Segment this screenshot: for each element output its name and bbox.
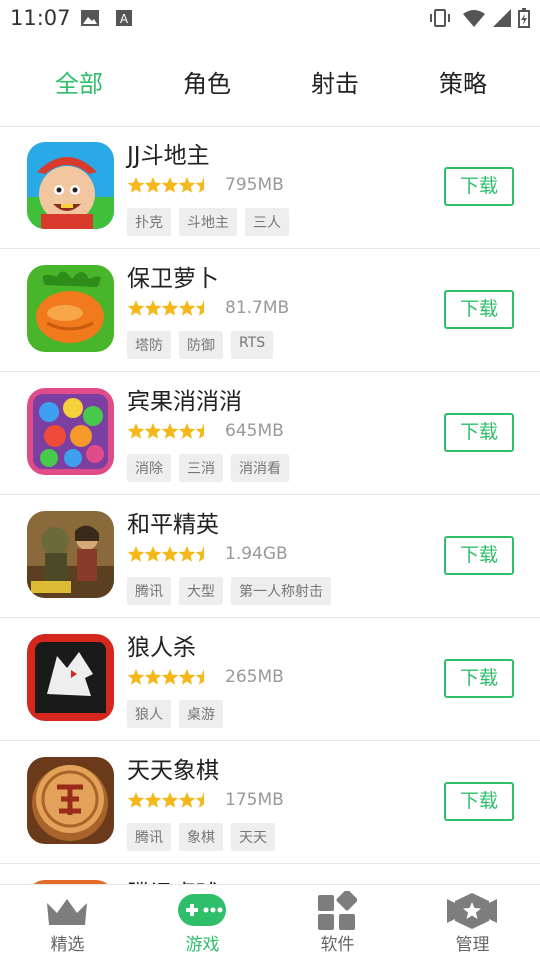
signal-icon xyxy=(493,9,511,27)
status-time: 11:07 xyxy=(10,6,71,30)
jj-doudizhu-icon[interactable] xyxy=(27,142,114,229)
tag[interactable]: 第一人称射击 xyxy=(231,577,331,605)
list-item[interactable]: 保卫萝卜 81.7MB 塔防 防御 RTS 下载 xyxy=(0,249,540,372)
tag[interactable]: 消除 xyxy=(127,454,171,482)
tag[interactable]: 桌游 xyxy=(179,700,223,728)
nav-label: 精选 xyxy=(50,935,85,955)
app-size: 175MB xyxy=(225,790,284,810)
tag[interactable]: 三消 xyxy=(179,454,223,482)
tag[interactable]: 防御 xyxy=(179,331,223,359)
crown-icon xyxy=(47,899,87,925)
vibrate-icon xyxy=(430,9,450,27)
tab-role[interactable]: 角色 xyxy=(152,64,262,99)
app-name: 保卫萝卜 xyxy=(127,266,219,292)
app-name: 宾果消消消 xyxy=(127,389,242,415)
tag-list: 狼人 桌游 xyxy=(127,700,223,728)
svg-text:A: A xyxy=(120,12,129,26)
app-size: 1.94GB xyxy=(225,544,288,564)
nav-label: 游戏 xyxy=(185,935,220,955)
tag[interactable]: 狼人 xyxy=(127,700,171,728)
image-icon xyxy=(81,10,99,26)
list-item[interactable]: JJ斗地主 795MB 扑克 斗地主 三人 下载 xyxy=(0,126,540,249)
bottom-nav: 精选 游戏 软件 管理 xyxy=(0,884,540,961)
nav-games[interactable]: 游戏 xyxy=(135,885,270,961)
tab-strategy[interactable]: 策略 xyxy=(408,64,518,99)
app-size: 81.7MB xyxy=(225,298,290,318)
tag[interactable]: 象棋 xyxy=(179,823,223,851)
tag[interactable]: RTS xyxy=(231,331,274,359)
app-size: 795MB xyxy=(225,175,284,195)
nav-manage[interactable]: 管理 xyxy=(405,885,540,961)
soldier-icon[interactable] xyxy=(27,511,114,598)
rating-stars xyxy=(127,546,204,562)
tag[interactable]: 大型 xyxy=(179,577,223,605)
tag[interactable]: 扑克 xyxy=(127,208,171,236)
download-button[interactable]: 下载 xyxy=(444,167,514,206)
tag-list: 消除 三消 消消看 xyxy=(127,454,289,482)
app-list: JJ斗地主 795MB 扑克 斗地主 三人 下载 保卫萝卜 81.7MB 塔防 … xyxy=(0,126,540,884)
app-size: 645MB xyxy=(225,421,284,441)
tag[interactable]: 腾讯 xyxy=(127,823,171,851)
tag[interactable]: 三人 xyxy=(245,208,289,236)
tag-list: 腾讯 大型 第一人称射击 xyxy=(127,577,331,605)
battery-icon xyxy=(518,8,530,28)
list-item[interactable]: 宾果消消消 645MB 消除 三消 消消看 下载 xyxy=(0,372,540,495)
tag[interactable]: 消消看 xyxy=(231,454,289,482)
tag[interactable]: 塔防 xyxy=(127,331,171,359)
tab-shooting[interactable]: 射击 xyxy=(280,64,390,99)
list-item[interactable]: 腾讯桌球 xyxy=(0,864,540,884)
tag-list: 塔防 防御 RTS xyxy=(127,331,274,359)
tag[interactable]: 腾讯 xyxy=(127,577,171,605)
download-button[interactable]: 下载 xyxy=(444,290,514,329)
chess-piece-icon[interactable] xyxy=(27,757,114,844)
app-name: 腾讯桌球 xyxy=(127,874,219,884)
list-item[interactable]: 狼人杀 265MB 狼人 桌游 下载 xyxy=(0,618,540,741)
nav-featured[interactable]: 精选 xyxy=(0,885,135,961)
app-name: 狼人杀 xyxy=(127,635,196,661)
gamepad-icon xyxy=(178,894,226,926)
download-button[interactable]: 下载 xyxy=(444,782,514,821)
list-item[interactable]: 和平精英 1.94GB 腾讯 大型 第一人称射击 下载 xyxy=(0,495,540,618)
tab-all[interactable]: 全部 xyxy=(24,64,134,99)
carrot-icon[interactable] xyxy=(27,265,114,352)
download-button[interactable]: 下载 xyxy=(444,536,514,575)
tag-list: 腾讯 象棋 天天 xyxy=(127,823,275,851)
app-name: 和平精英 xyxy=(127,512,219,538)
download-button[interactable]: 下载 xyxy=(444,659,514,698)
tag[interactable]: 斗地主 xyxy=(179,208,237,236)
werewolf-icon[interactable] xyxy=(27,634,114,721)
rating-stars xyxy=(127,669,204,685)
text-a-icon: A xyxy=(116,10,132,26)
category-tabs: 全部 角色 射击 策略 xyxy=(0,36,540,127)
download-button[interactable]: 下载 xyxy=(444,413,514,452)
rating-stars xyxy=(127,300,204,316)
candy-icon[interactable] xyxy=(27,388,114,475)
apps-grid-icon xyxy=(318,891,357,930)
list-item[interactable]: 天天象棋 175MB 腾讯 象棋 天天 下载 xyxy=(0,741,540,864)
wifi-icon xyxy=(463,10,485,27)
tag[interactable]: 天天 xyxy=(231,823,275,851)
nav-software[interactable]: 软件 xyxy=(270,885,405,961)
tag-list: 扑克 斗地主 三人 xyxy=(127,208,289,236)
nav-label: 管理 xyxy=(455,935,490,955)
hexagon-star-icon xyxy=(447,893,497,929)
rating-stars xyxy=(127,792,204,808)
rating-stars xyxy=(127,423,204,439)
app-name: JJ斗地主 xyxy=(127,143,210,169)
app-name: 天天象棋 xyxy=(127,758,219,784)
nav-label: 软件 xyxy=(320,935,355,955)
status-bar: 11:07 A xyxy=(0,0,540,36)
rating-stars xyxy=(127,177,204,193)
app-size: 265MB xyxy=(225,667,284,687)
